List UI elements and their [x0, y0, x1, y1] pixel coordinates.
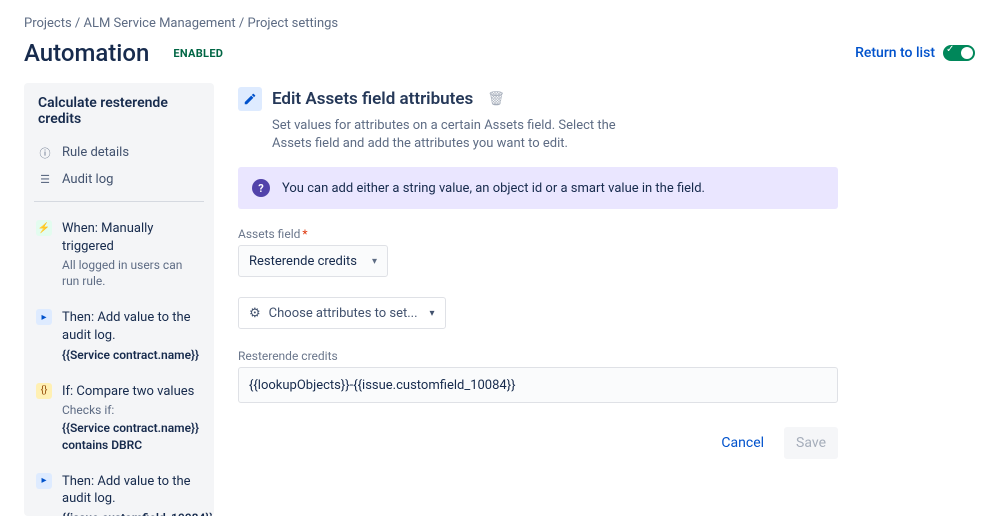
action-icon: ▸ — [36, 309, 52, 325]
page-title: Automation — [24, 39, 149, 67]
breadcrumb-item[interactable]: ALM Service Management — [84, 16, 236, 31]
breadcrumb-sep: / — [75, 16, 84, 31]
breadcrumb-sep: / — [239, 16, 248, 31]
rule-step-action[interactable]: ▸ Then: Add value to the audit log. {{Se… — [24, 299, 214, 372]
panel-header: Edit Assets field attributes 🗑 — [238, 87, 838, 111]
pencil-icon — [238, 87, 262, 111]
action-icon: ▸ — [36, 473, 52, 489]
divider — [34, 201, 204, 202]
field-label-text: Assets field — [238, 227, 300, 241]
choose-attributes-button[interactable]: ⚙ Choose attributes to set... ▾ — [238, 297, 446, 329]
breadcrumb-item[interactable]: Projects — [24, 16, 72, 31]
cancel-button[interactable]: Cancel — [709, 427, 776, 459]
step-title: Then: Add value to the audit log. — [62, 473, 213, 508]
trigger-icon: ⚡ — [36, 220, 52, 236]
input-label: Resterende credits — [238, 349, 838, 363]
info-icon: ⓘ — [38, 146, 52, 160]
nav-label: Rule details — [62, 145, 129, 160]
chevron-down-icon: ▾ — [430, 308, 435, 319]
rule-sidebar: Calculate resterende credits ⓘ Rule deta… — [24, 83, 214, 516]
panel-description: Set values for attributes on a certain A… — [272, 117, 652, 153]
breadcrumb: Projects / ALM Service Management / Proj… — [0, 0, 999, 39]
nav-label: Audit log — [62, 172, 113, 187]
button-label: Choose attributes to set... — [269, 306, 418, 321]
rule-step-condition[interactable]: {} If: Compare two values Checks if: {{S… — [24, 373, 214, 463]
sidebar-rule-details[interactable]: ⓘ Rule details — [24, 139, 214, 166]
field-label: Assets field* — [238, 227, 838, 241]
info-banner: ? You can add either a string value, an … — [238, 167, 838, 209]
save-button[interactable]: Save — [784, 427, 838, 459]
step-sub: Checks if: — [62, 402, 200, 418]
assets-field-select[interactable]: Resterende credits ▾ — [238, 245, 388, 277]
select-value: Resterende credits — [249, 254, 357, 269]
step-title: If: Compare two values — [62, 383, 200, 401]
resterende-credits-input[interactable] — [238, 367, 838, 403]
condition-icon: {} — [36, 383, 52, 399]
rule-name[interactable]: Calculate resterende credits — [24, 95, 214, 139]
step-title: Then: Add value to the audit log. — [62, 309, 200, 344]
step-detail: {{Service contract.name}} — [62, 347, 200, 363]
delete-icon[interactable]: 🗑 — [487, 91, 505, 107]
rule-enabled-toggle[interactable]: ✓ — [943, 45, 975, 61]
chevron-down-icon: ▾ — [372, 256, 377, 267]
status-badge: ENABLED — [173, 47, 223, 60]
check-icon: ✓ — [946, 44, 954, 55]
step-title: When: Manually triggered — [62, 220, 200, 255]
help-icon: ? — [252, 179, 270, 197]
action-buttons: Cancel Save — [238, 427, 838, 459]
list-icon: ☰ — [38, 173, 52, 187]
gear-icon: ⚙ — [249, 306, 261, 321]
sidebar-audit-log[interactable]: ☰ Audit log — [24, 166, 214, 193]
required-asterisk: * — [302, 227, 307, 241]
banner-text: You can add either a string value, an ob… — [282, 181, 705, 196]
main-content: Edit Assets field attributes 🗑 Set value… — [238, 83, 838, 516]
return-to-list-link[interactable]: Return to list — [855, 45, 935, 61]
rule-step-action[interactable]: ▸ Then: Add value to the audit log. {{is… — [24, 463, 214, 516]
step-sub: All logged in users can run rule. — [62, 257, 200, 289]
page-header: Automation ENABLED Return to list ✓ — [0, 39, 999, 83]
breadcrumb-item[interactable]: Project settings — [248, 16, 339, 31]
step-detail: {{Service contract.name}} contains DBRC — [62, 420, 200, 452]
step-detail: {{issue.customfield_10084}} — [62, 510, 213, 516]
panel-title: Edit Assets field attributes — [272, 89, 473, 109]
rule-step-trigger[interactable]: ⚡ When: Manually triggered All logged in… — [24, 210, 214, 299]
